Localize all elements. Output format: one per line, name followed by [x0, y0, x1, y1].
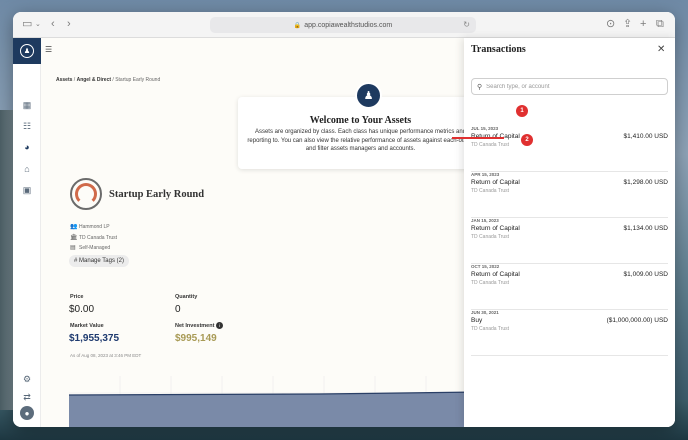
transaction-account: TD Canada Trust — [471, 326, 510, 332]
transaction-type: Buy — [471, 317, 483, 324]
asset-logo-icon — [70, 178, 102, 210]
swap-icon[interactable]: ⇄ — [18, 389, 36, 405]
breadcrumb-category-link[interactable]: Angel & Direct — [77, 77, 111, 83]
grid-icon[interactable]: ▦ — [18, 97, 36, 113]
transaction-row[interactable]: APR 15, 2023 Return of Capital TD Canada… — [471, 172, 668, 218]
breadcrumb-current: Startup Early Round — [115, 77, 161, 83]
settings-icon[interactable]: ⚙ — [18, 371, 36, 387]
market-value: $1,955,375 — [69, 333, 120, 344]
transaction-type: Return of Capital — [471, 271, 520, 278]
transaction-row[interactable]: JAN 15, 2023 Return of Capital TD Canada… — [471, 218, 668, 264]
transaction-row[interactable]: JUN 30, 2021 Buy TD Canada Trust ($1,000… — [471, 310, 668, 356]
reload-icon[interactable]: ↻ — [463, 20, 470, 29]
asset-owner: Hammond LP — [79, 223, 110, 230]
transaction-amount: $1,009.00 USD — [623, 271, 668, 278]
app-sidebar: ♟ ▦ ☷ ◕ ⌂ ▣ ⚙ ⇄ ● — [13, 38, 41, 427]
share-icon[interactable]: ⇪ — [623, 18, 632, 31]
chevron-left-icon[interactable]: ‹ — [51, 18, 55, 31]
sidebar-icon[interactable]: ▭ — [22, 18, 32, 31]
bank-icon: 🏛 — [70, 235, 78, 241]
asset-title: Startup Early Round — [109, 189, 205, 200]
welcome-body: Assets are organized by class. Each clas… — [247, 129, 474, 152]
close-icon[interactable]: ✕ — [657, 44, 665, 55]
transaction-date: OCT 15, 2022 — [471, 264, 500, 269]
search-icon: ⚲ — [477, 83, 483, 91]
app-logo[interactable]: ♟ — [13, 38, 41, 64]
net-investment-value: $995,149 — [175, 333, 217, 344]
breadcrumb: Assets / Angel & Direct / Startup Early … — [56, 77, 160, 83]
annotation-badge-1: 1 — [516, 105, 528, 117]
breadcrumb-assets-link[interactable]: Assets — [56, 77, 72, 83]
chevron-down-icon[interactable]: ⌄ — [35, 18, 41, 31]
id-card-icon: ▤ — [70, 245, 76, 251]
transactions-panel: Transactions ✕ ⚲ JUL 15, 2023 Return of … — [464, 38, 675, 427]
transaction-type: Return of Capital — [471, 179, 520, 186]
search-input[interactable] — [486, 83, 657, 90]
welcome-emblem-icon: ♟ — [355, 82, 382, 109]
bank-icon[interactable]: ⌂ — [18, 161, 36, 177]
value-chart — [69, 376, 479, 427]
welcome-title: Welcome to Your Assets — [309, 115, 412, 126]
as-of-timestamp: As of Aug 08, 2023 at 3:46 PM EDT — [70, 353, 142, 358]
transaction-date: APR 15, 2023 — [471, 172, 500, 177]
chevron-right-icon[interactable]: › — [67, 18, 71, 31]
transaction-amount: ($1,000,000.00) USD — [606, 317, 668, 324]
transaction-date: JUN 30, 2021 — [471, 310, 499, 315]
market-value-label: Market Value — [70, 323, 104, 329]
transaction-date: JUL 15, 2023 — [471, 126, 499, 131]
transaction-row[interactable]: JUL 15, 2023 Return of Capital TD Canada… — [471, 126, 668, 172]
logo-emblem-icon: ♟ — [20, 44, 34, 58]
net-investment-label: Net Investment — [175, 323, 215, 329]
url-text: app.copiawealthstudios.com — [304, 21, 393, 29]
transaction-account: TD Canada Trust — [471, 234, 510, 240]
transactions-title: Transactions — [471, 44, 526, 55]
annotation-underline — [452, 137, 504, 139]
manage-tags-button[interactable]: # Manage Tags (2) — [69, 255, 129, 267]
asset-institution: TD Canada Trust — [79, 234, 118, 241]
price-label: Price — [70, 294, 84, 300]
welcome-card: ♟ Welcome to Your Assets Assets are orga… — [238, 82, 483, 169]
transaction-type: Return of Capital — [471, 225, 520, 232]
transaction-account: TD Canada Trust — [471, 188, 510, 194]
asset-meta-institution: 🏛 TD Canada Trust — [70, 234, 118, 242]
quantity-label: Quantity — [175, 294, 198, 300]
asset-meta-owner: 👥 Hammond LP — [70, 223, 110, 231]
transaction-row[interactable]: OCT 15, 2022 Return of Capital TD Canada… — [471, 264, 668, 310]
list-icon[interactable]: ☷ — [18, 118, 36, 134]
pie-chart-icon[interactable]: ◕ — [18, 139, 36, 155]
asset-management: Self-Managed — [79, 244, 111, 251]
tabs-overview-icon[interactable]: ⧉ — [656, 18, 664, 31]
annotation-badge-2: 2 — [521, 134, 533, 146]
browser-window: ▭ ⌄ ‹ › 🔒 app.copiawealthstudios.com ↻ ⊙… — [13, 12, 675, 427]
address-bar[interactable]: 🔒 app.copiawealthstudios.com ↻ — [210, 17, 476, 33]
info-icon[interactable]: i — [216, 322, 223, 329]
new-tab-icon[interactable]: + — [640, 18, 646, 31]
quantity-value: 0 — [175, 304, 181, 315]
download-icon[interactable]: ⊙ — [606, 18, 615, 31]
transaction-amount: $1,410.00 USD — [623, 133, 668, 140]
user-avatar-icon[interactable]: ● — [20, 406, 34, 420]
asset-meta-management: ▤ Self-Managed — [70, 244, 111, 252]
lock-icon: 🔒 — [293, 22, 302, 29]
price-value: $0.00 — [69, 304, 95, 315]
transaction-account: TD Canada Trust — [471, 280, 510, 286]
people-icon: 👥 — [70, 224, 78, 230]
browser-toolbar: ▭ ⌄ ‹ › 🔒 app.copiawealthstudios.com ↻ ⊙… — [13, 12, 675, 38]
transaction-amount: $1,298.00 USD — [623, 179, 668, 186]
briefcase-icon[interactable]: ▣ — [18, 182, 36, 198]
transaction-date: JAN 15, 2023 — [471, 218, 499, 223]
transaction-amount: $1,134.00 USD — [623, 225, 668, 232]
transactions-search[interactable]: ⚲ — [471, 78, 668, 95]
transaction-account: TD Canada Trust — [471, 142, 510, 148]
collapse-menu-icon[interactable]: ☰ — [45, 45, 52, 54]
